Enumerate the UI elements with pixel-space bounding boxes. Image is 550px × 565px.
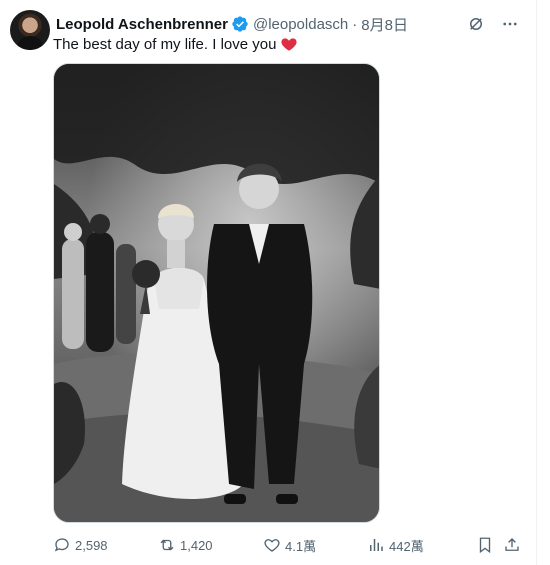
avatar[interactable] <box>10 10 50 50</box>
separator-dot: · <box>352 15 358 33</box>
like-icon <box>264 539 280 552</box>
wedding-photo-image <box>54 64 379 522</box>
reply-count: 2,598 <box>75 537 108 553</box>
bookmark-button[interactable] <box>476 536 494 554</box>
red-heart-emoji-icon <box>280 35 298 53</box>
views-button[interactable]: 442萬 <box>367 536 424 555</box>
like-count: 4.1萬 <box>285 538 317 554</box>
bookmark-icon <box>479 537 491 554</box>
tweet-text-row: The best day of my life. I love you <box>53 35 298 53</box>
reply-button[interactable]: 2,598 <box>53 536 108 554</box>
share-icon <box>505 538 519 551</box>
grok-icon[interactable] <box>466 14 486 34</box>
tweet-date[interactable]: 8月8日 <box>361 14 408 35</box>
verified-badge-icon <box>231 15 249 33</box>
retweet-button[interactable]: 1,420 <box>158 536 213 554</box>
tweet-photo[interactable] <box>53 63 380 523</box>
views-icon <box>370 539 383 551</box>
author-name[interactable]: Leopold Aschenbrenner <box>56 16 228 33</box>
tweet-card: Leopold Aschenbrenner @leopoldasch · 8月8… <box>0 0 537 565</box>
tweet-header: Leopold Aschenbrenner @leopoldasch · 8月8… <box>56 14 408 34</box>
reply-icon <box>54 538 69 552</box>
more-icon[interactable] <box>500 14 520 34</box>
retweet-icon <box>160 539 174 551</box>
like-button[interactable]: 4.1萬 <box>263 536 316 555</box>
share-button[interactable] <box>503 536 521 554</box>
tweet-action-bar: 2,598 1,420 4.1萬 442萬 <box>53 533 520 557</box>
views-count: 442萬 <box>389 538 424 554</box>
tweet-text: The best day of my life. I love you <box>53 35 277 53</box>
author-handle[interactable]: @leopoldasch <box>253 16 348 33</box>
retweet-count: 1,420 <box>180 537 213 553</box>
tweet-top-actions <box>466 14 520 34</box>
